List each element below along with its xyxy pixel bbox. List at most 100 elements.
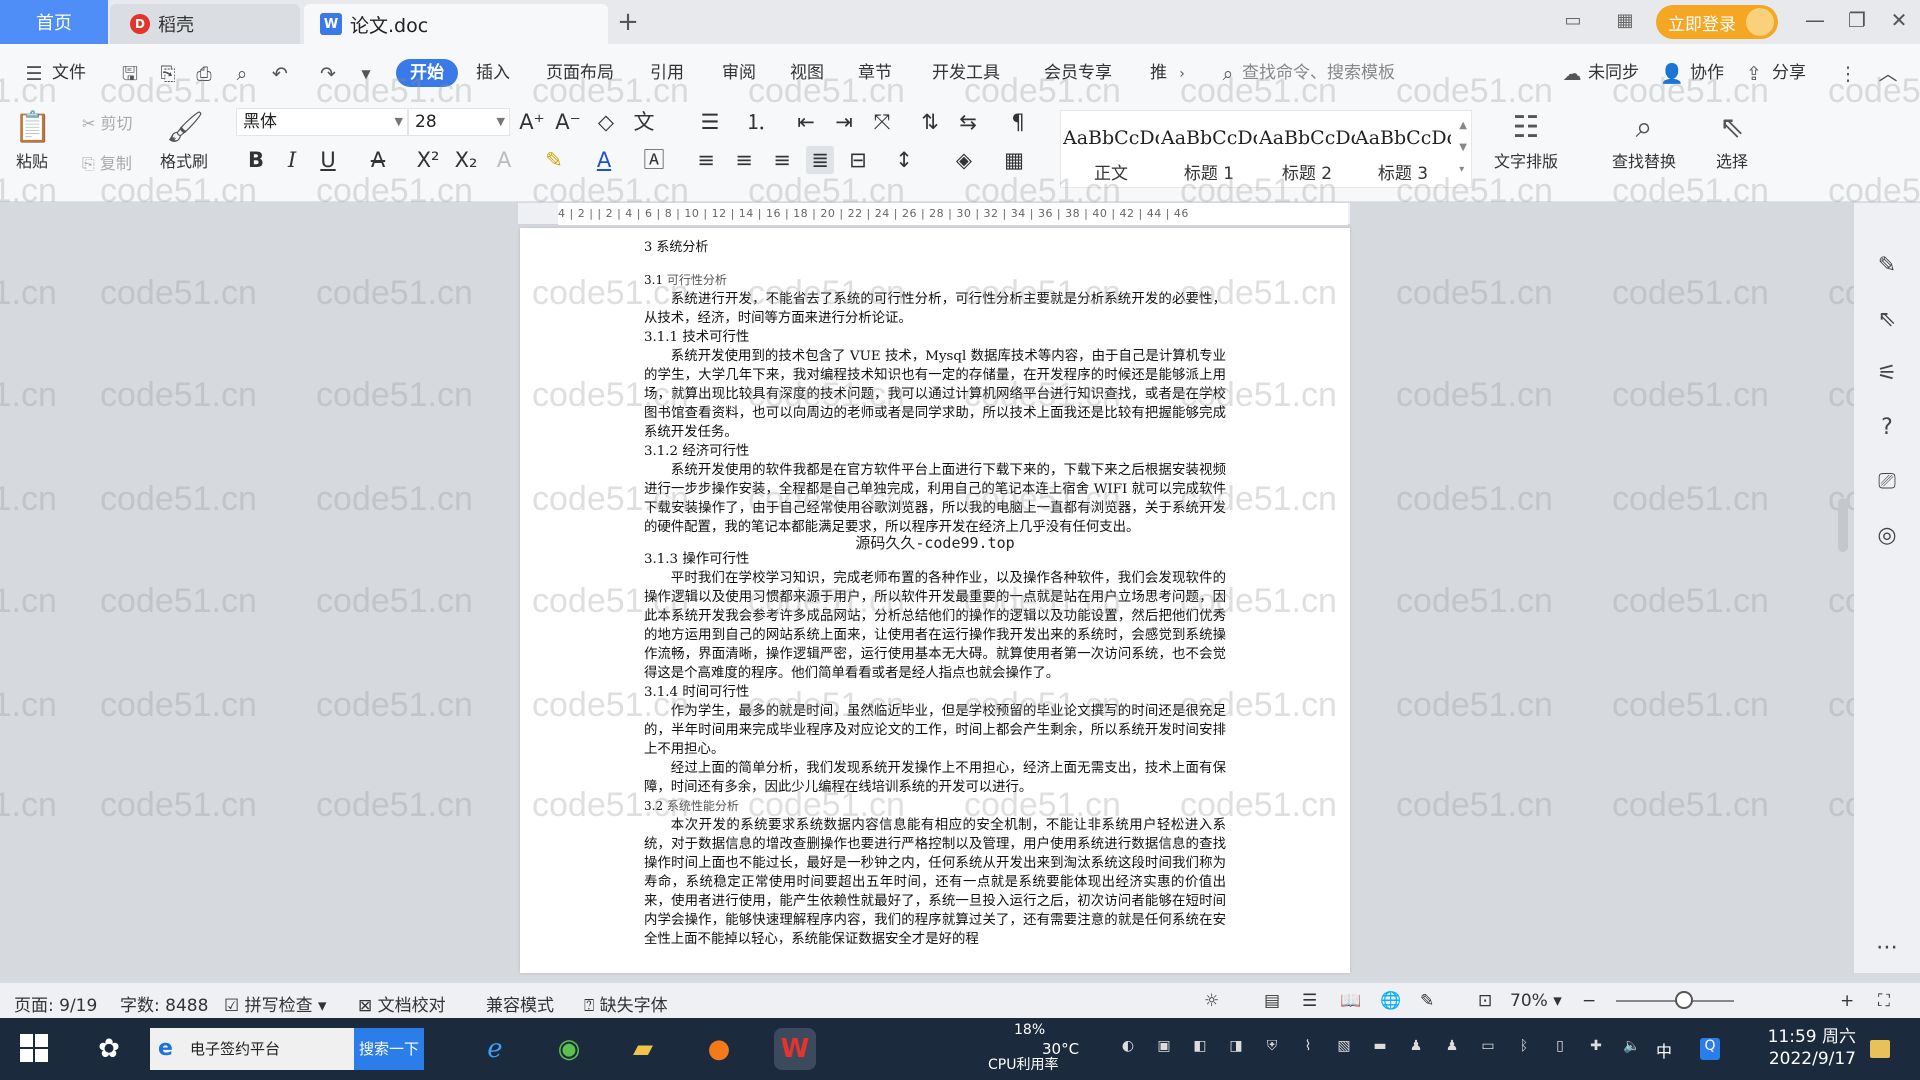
qq-icon[interactable]: ♟	[1442, 1038, 1462, 1060]
style-gallery-scroll-icon[interactable]: ▲ ▼ ▾	[1459, 115, 1467, 181]
sync-status[interactable]: 未同步	[1588, 59, 1639, 87]
copy-button[interactable]: ⎘ 复制	[82, 150, 132, 174]
pointer-icon[interactable]: ⇖	[1874, 307, 1900, 333]
login-button[interactable]: 立即登录	[1656, 5, 1778, 39]
shield-icon[interactable]: ⛨	[1262, 1038, 1282, 1060]
more-dots-icon[interactable]: ⋯	[1874, 935, 1900, 961]
italic-icon[interactable]: I	[278, 146, 306, 174]
char-border-icon[interactable]: 🄰	[640, 146, 668, 174]
shrink-font-icon[interactable]: A⁻	[554, 108, 582, 136]
underline-icon[interactable]: U	[314, 146, 342, 174]
media-app-icon[interactable]: ●	[698, 1028, 740, 1070]
decrease-indent-icon[interactable]: ⇤	[792, 108, 820, 136]
ime-indicator[interactable]: 中	[1656, 1038, 1672, 1062]
zoom-slider-knob[interactable]	[1675, 991, 1693, 1009]
spell-check-toggle[interactable]: ☑ 拼写检查 ▾	[224, 991, 327, 1016]
page-indicator[interactable]: 页面: 9/19	[14, 991, 97, 1016]
redo-icon[interactable]: ↷	[316, 62, 340, 86]
input-method-icon[interactable]: Q	[1700, 1038, 1720, 1060]
tab-home[interactable]: 首页	[0, 0, 108, 44]
justify-icon[interactable]: ≣	[806, 146, 834, 174]
menu-review[interactable]: 审阅	[722, 59, 756, 87]
line-spacing-icon[interactable]: ↕	[890, 146, 918, 174]
tray-app-icon[interactable]: ◧	[1190, 1038, 1210, 1060]
menu-chapter[interactable]: 章节	[858, 59, 892, 87]
menu-recommend[interactable]: 推	[1150, 59, 1167, 87]
strikethrough-icon[interactable]: A	[364, 146, 392, 174]
increase-indent-icon[interactable]: ⇥	[830, 108, 858, 136]
app-grid-icon[interactable]: ▦	[1612, 10, 1638, 34]
hamburger-menu-icon[interactable]: ☰	[22, 62, 46, 86]
subscript-icon[interactable]: X₂	[452, 146, 480, 174]
zoom-out-icon[interactable]: −	[1582, 991, 1596, 1011]
close-icon[interactable]: ✕	[1884, 8, 1914, 32]
menu-developer[interactable]: 开发工具	[932, 59, 1000, 87]
save-icon[interactable]: 🖫	[118, 62, 142, 86]
notification-icon[interactable]	[1870, 1040, 1890, 1058]
find-replace-button[interactable]: ⌕ 查找替换	[1612, 108, 1676, 172]
wps-writer-icon[interactable]: W	[774, 1028, 816, 1070]
tray-app-icon[interactable]: ✚	[1586, 1038, 1606, 1060]
battery-icon[interactable]: ▭	[1478, 1038, 1498, 1060]
new-tab-button[interactable]: +	[612, 6, 644, 38]
phonetic-guide-icon[interactable]: 文	[630, 108, 658, 136]
menu-page-layout[interactable]: 页面布局	[546, 59, 614, 87]
file-explorer-icon[interactable]: ▰	[622, 1028, 664, 1070]
usb-icon[interactable]: ▯	[1550, 1038, 1570, 1060]
ie-browser-icon[interactable]: ℯ	[474, 1028, 516, 1070]
write-view-icon[interactable]: ✎	[1420, 991, 1434, 1011]
superscript-icon[interactable]: X²	[414, 146, 442, 174]
document-page[interactable]: 3 系统分析 3.1 可行性分析 系统进行开发，不能省去了系统的可行性分析，可行…	[520, 228, 1350, 973]
layout-toggle-icon[interactable]: ▭	[1560, 10, 1586, 34]
minimize-icon[interactable]: —	[1800, 8, 1830, 32]
fullscreen-icon[interactable]: ⛶	[1878, 991, 1890, 1011]
tray-app-icon[interactable]: ◐	[1118, 1038, 1138, 1060]
borders-icon[interactable]: ▦	[1000, 146, 1028, 174]
qq-icon[interactable]: ♟	[1406, 1038, 1426, 1060]
page-view-icon[interactable]: ▤	[1264, 991, 1280, 1011]
bluetooth-icon[interactable]: ᛒ	[1514, 1038, 1534, 1060]
adjust-icon[interactable]: ⚟	[1874, 361, 1900, 387]
undo-icon[interactable]: ↶	[268, 62, 292, 86]
outline-view-icon[interactable]: ☰	[1302, 991, 1317, 1011]
text-layout-button[interactable]: ☷ 文字排版	[1494, 108, 1558, 172]
menu-more-chevron-icon[interactable]: ›	[1170, 62, 1194, 86]
eye-protection-icon[interactable]: ☼	[1204, 991, 1219, 1011]
style-normal[interactable]: AaBbCcDd 正文	[1063, 111, 1159, 187]
help-icon[interactable]: ?	[1874, 415, 1900, 441]
share-button[interactable]: 分享	[1772, 59, 1806, 87]
fit-page-icon[interactable]: ⊡	[1478, 991, 1492, 1011]
tray-app-icon[interactable]: ▧	[1334, 1038, 1354, 1060]
align-center-icon[interactable]: ≡	[730, 146, 758, 174]
zoom-in-icon[interactable]: +	[1840, 991, 1854, 1011]
doc-proofread-button[interactable]: ⊠ 文档校对	[358, 991, 446, 1016]
show-marks-icon[interactable]: ¶	[1004, 108, 1032, 136]
volume-icon[interactable]: 🔈	[1622, 1038, 1642, 1060]
collaborate-button[interactable]: 协作	[1690, 59, 1724, 87]
shading-icon[interactable]: ◈	[950, 146, 978, 174]
missing-font-button[interactable]: ⍰ 缺失字体	[584, 991, 668, 1016]
tray-app-icon[interactable]: ◨	[1226, 1038, 1246, 1060]
windows-start-icon[interactable]	[20, 1034, 50, 1064]
font-name-select[interactable]: 黑体 ▼	[236, 108, 408, 136]
menu-insert[interactable]: 插入	[476, 59, 510, 87]
horizontal-ruler[interactable]: 4 | 2 | | 2 | 4 | 6 | 8 | 10 | 12 | 14 |…	[518, 203, 1350, 225]
select-button[interactable]: ⇖ 选择	[1714, 108, 1750, 172]
format-painter-button[interactable]: 🖌 格式刷	[160, 108, 208, 172]
grow-font-icon[interactable]: A⁺	[518, 108, 546, 136]
compass-icon[interactable]: ◎	[1874, 523, 1900, 549]
tab-daoke[interactable]: D 稻壳	[110, 4, 300, 44]
green-browser-icon[interactable]: ◉	[548, 1028, 590, 1070]
paste-button[interactable]: 📋 粘贴	[14, 108, 51, 172]
menu-file[interactable]: 文件	[52, 59, 86, 87]
taskbar-clock[interactable]: 11:59 周六 2022/9/17	[1744, 1026, 1856, 1070]
cut-button[interactable]: ✂ 剪切	[82, 110, 133, 134]
highlight-icon[interactable]: ✎	[540, 146, 568, 174]
font-color-icon[interactable]: A	[590, 146, 618, 174]
tab-document[interactable]: W 论文.doc	[304, 4, 608, 44]
taskbar-search[interactable]: e 电子签约平台 搜索一下	[150, 1028, 424, 1070]
collapse-ribbon-icon[interactable]: ︿	[1876, 62, 1900, 86]
network-icon[interactable]: ⌇	[1298, 1038, 1318, 1060]
menu-start[interactable]: 开始	[396, 59, 458, 87]
menu-references[interactable]: 引用	[650, 59, 684, 87]
